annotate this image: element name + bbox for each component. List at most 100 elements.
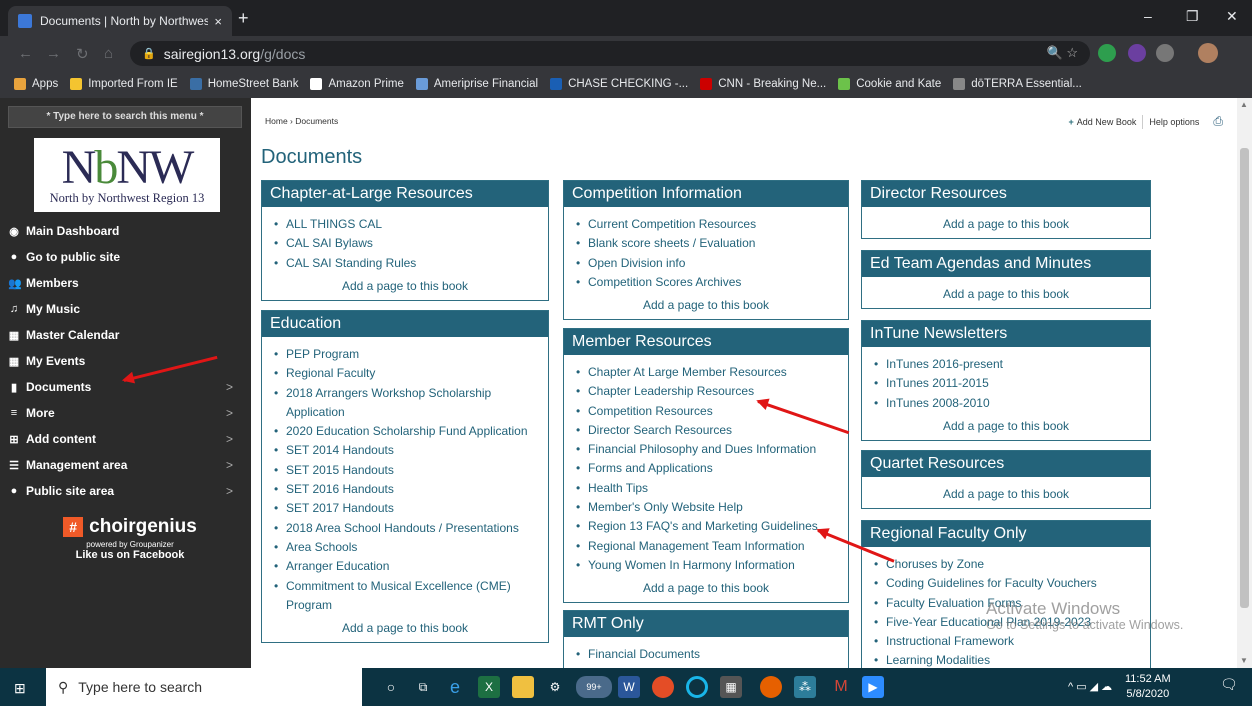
- sidebar-item-go-to-public-site[interactable]: ● Go to public site: [0, 244, 251, 270]
- breadcrumb[interactable]: Home › Documents: [265, 116, 338, 126]
- edge-icon[interactable]: e: [444, 676, 466, 698]
- book-title[interactable]: Director Resources: [862, 181, 1150, 207]
- book-page-link[interactable]: Open Division info: [576, 254, 842, 274]
- bookmark-item[interactable]: Ameriprise Financial: [415, 78, 538, 90]
- add-page-link[interactable]: Add a page to this book: [862, 417, 1150, 440]
- add-page-link[interactable]: Add a page to this book: [564, 579, 848, 602]
- book-page-link[interactable]: InTunes 2011-2015: [874, 374, 1144, 394]
- book-page-link[interactable]: ALL THINGS CAL: [274, 215, 542, 235]
- bookmark-item[interactable]: CNN - Breaking Ne...: [700, 78, 826, 90]
- book-page-link[interactable]: Financial Documents: [576, 645, 842, 665]
- browser-tab[interactable]: Documents | North by Northwest ×: [8, 6, 232, 36]
- book-page-link[interactable]: Young Women In Harmony Information: [576, 556, 842, 576]
- book-page-link[interactable]: PEP Program: [274, 345, 542, 365]
- add-page-link[interactable]: Add a page to this book: [564, 296, 848, 319]
- forward-arrow-icon[interactable]: →: [46, 45, 61, 62]
- zoom-star-icons[interactable]: 🔍 ☆: [1047, 45, 1078, 61]
- book-page-link[interactable]: InTunes 2008-2010: [874, 394, 1144, 414]
- book-page-link[interactable]: Arranger Education: [274, 557, 542, 577]
- book-title[interactable]: Chapter-at-Large Resources: [262, 181, 548, 207]
- task-view-icon[interactable]: ⧉: [412, 676, 434, 698]
- add-page-link[interactable]: Add a page to this book: [862, 207, 1150, 238]
- taskbar-search-input[interactable]: ⚲ Type here to search: [46, 668, 362, 706]
- bookmark-item[interactable]: Imported From IE: [70, 78, 178, 90]
- system-tray-icons[interactable]: ^ ▭ ◢ ☁: [1068, 680, 1112, 693]
- bookmark-item[interactable]: Apps: [14, 78, 58, 90]
- add-page-link[interactable]: Add a page to this book: [262, 619, 548, 642]
- book-title[interactable]: RMT Only: [564, 611, 848, 637]
- gmail-icon[interactable]: M: [830, 676, 852, 698]
- sidebar-item-my-music[interactable]: ♫ My Music: [0, 296, 251, 322]
- restore-button[interactable]: ❐: [1186, 8, 1199, 25]
- menu-search-input[interactable]: * Type here to search this menu *: [8, 106, 242, 128]
- print-icon[interactable]: ⎙: [1213, 114, 1223, 129]
- book-page-link[interactable]: Current Competition Resources: [576, 215, 842, 235]
- sidebar-item-management-area[interactable]: ☰ Management area >: [0, 452, 251, 478]
- calculator-icon[interactable]: ▦: [720, 676, 742, 698]
- book-page-link[interactable]: Coding Guidelines for Faculty Vouchers: [874, 574, 1144, 594]
- book-page-link[interactable]: Blank score sheets / Evaluation: [576, 234, 842, 254]
- file-explorer-icon[interactable]: [512, 676, 534, 698]
- book-page-link[interactable]: CAL SAI Bylaws: [274, 234, 542, 254]
- book-page-link[interactable]: Area Schools: [274, 538, 542, 558]
- book-page-link[interactable]: Director Search Resources: [576, 421, 842, 441]
- bookmark-item[interactable]: HomeStreet Bank: [189, 78, 298, 90]
- book-title[interactable]: Education: [262, 311, 548, 337]
- book-page-link[interactable]: CAL SAI Standing Rules: [274, 254, 542, 274]
- sidebar-item-members[interactable]: 👥 Members: [0, 270, 251, 296]
- sidebar-item-my-events[interactable]: ▦ My Events: [0, 348, 251, 374]
- book-page-link[interactable]: SET 2015 Handouts: [274, 461, 542, 481]
- book-page-link[interactable]: Instructional Framework: [874, 632, 1144, 652]
- back-arrow-icon[interactable]: ←: [18, 45, 33, 62]
- book-page-link[interactable]: Competition Scores Archives: [576, 273, 842, 293]
- sidebar-item-public-site-area[interactable]: ● Public site area >: [0, 478, 251, 504]
- book-page-link[interactable]: Health Tips: [576, 479, 842, 499]
- page-scrollbar[interactable]: ▲ ▼: [1237, 98, 1252, 668]
- chrome-icon[interactable]: [652, 676, 674, 698]
- book-title[interactable]: Quartet Resources: [862, 451, 1150, 477]
- book-page-link[interactable]: Forms and Applications: [576, 459, 842, 479]
- sidebar-item-master-calendar[interactable]: ▦ Master Calendar: [0, 322, 251, 348]
- book-title[interactable]: Regional Faculty Only: [862, 521, 1150, 547]
- book-page-link[interactable]: Regional Management Team Information: [576, 537, 842, 557]
- extension-icon[interactable]: [1156, 44, 1174, 62]
- minimize-button[interactable]: –: [1144, 8, 1152, 24]
- book-page-link[interactable]: SET 2017 Handouts: [274, 499, 542, 519]
- excel-icon[interactable]: X: [478, 676, 500, 698]
- sidebar-item-main-dashboard[interactable]: ◉ Main Dashboard: [0, 218, 251, 244]
- cortana-icon[interactable]: ○: [380, 676, 402, 698]
- book-page-link[interactable]: Chapter Leadership Resources: [576, 382, 842, 402]
- book-title[interactable]: InTune Newsletters: [862, 321, 1150, 347]
- book-page-link[interactable]: Learning Modalities: [874, 651, 1144, 668]
- word-icon[interactable]: W: [618, 676, 640, 698]
- add-page-link[interactable]: Add a page to this book: [862, 477, 1150, 508]
- url-input[interactable]: 🔒 sairegion13.org/g/docs 🔍 ☆: [130, 41, 1090, 66]
- book-page-link[interactable]: 2018 Arrangers Workshop Scholarship Appl…: [274, 384, 542, 423]
- book-page-link[interactable]: Choruses by Zone: [874, 555, 1144, 575]
- home-icon[interactable]: ⌂: [104, 45, 113, 62]
- book-page-link[interactable]: SET 2014 Handouts: [274, 441, 542, 461]
- notifications-icon[interactable]: 🗨: [1220, 676, 1238, 693]
- clock[interactable]: 11:52 AM 5/8/2020: [1125, 672, 1171, 702]
- book-page-link[interactable]: Region 13 FAQ's and Marketing Guidelines: [576, 517, 842, 537]
- nbnw-logo[interactable]: NbNW North by Northwest Region 13: [34, 138, 220, 212]
- book-page-link[interactable]: 2018 Area School Handouts / Presentation…: [274, 519, 542, 539]
- book-page-link[interactable]: Member's Only Website Help: [576, 498, 842, 518]
- reload-icon[interactable]: ↻: [76, 45, 89, 63]
- window-close-button[interactable]: ✕: [1226, 8, 1238, 25]
- book-title[interactable]: Ed Team Agendas and Minutes: [862, 251, 1150, 277]
- scroll-down-icon[interactable]: ▼: [1240, 656, 1248, 665]
- facebook-link[interactable]: Like us on Facebook: [60, 549, 200, 561]
- sidebar-item-more[interactable]: ≡ More >: [0, 400, 251, 426]
- new-tab-button[interactable]: +: [238, 9, 249, 27]
- settings-gear-icon[interactable]: ⚙: [544, 676, 566, 698]
- mail-badge-icon[interactable]: 99+: [576, 676, 612, 698]
- book-page-link[interactable]: InTunes 2016-present: [874, 355, 1144, 375]
- profile-avatar[interactable]: [1198, 43, 1218, 63]
- sidebar-item-add-content[interactable]: ⊞ Add content >: [0, 426, 251, 452]
- firefox-icon[interactable]: [760, 676, 782, 698]
- scroll-up-icon[interactable]: ▲: [1240, 100, 1248, 109]
- add-new-book-link[interactable]: Add New Book: [1077, 117, 1137, 127]
- book-page-link[interactable]: Regional Faculty: [274, 364, 542, 384]
- windows-start-icon[interactable]: ⊞: [14, 680, 26, 697]
